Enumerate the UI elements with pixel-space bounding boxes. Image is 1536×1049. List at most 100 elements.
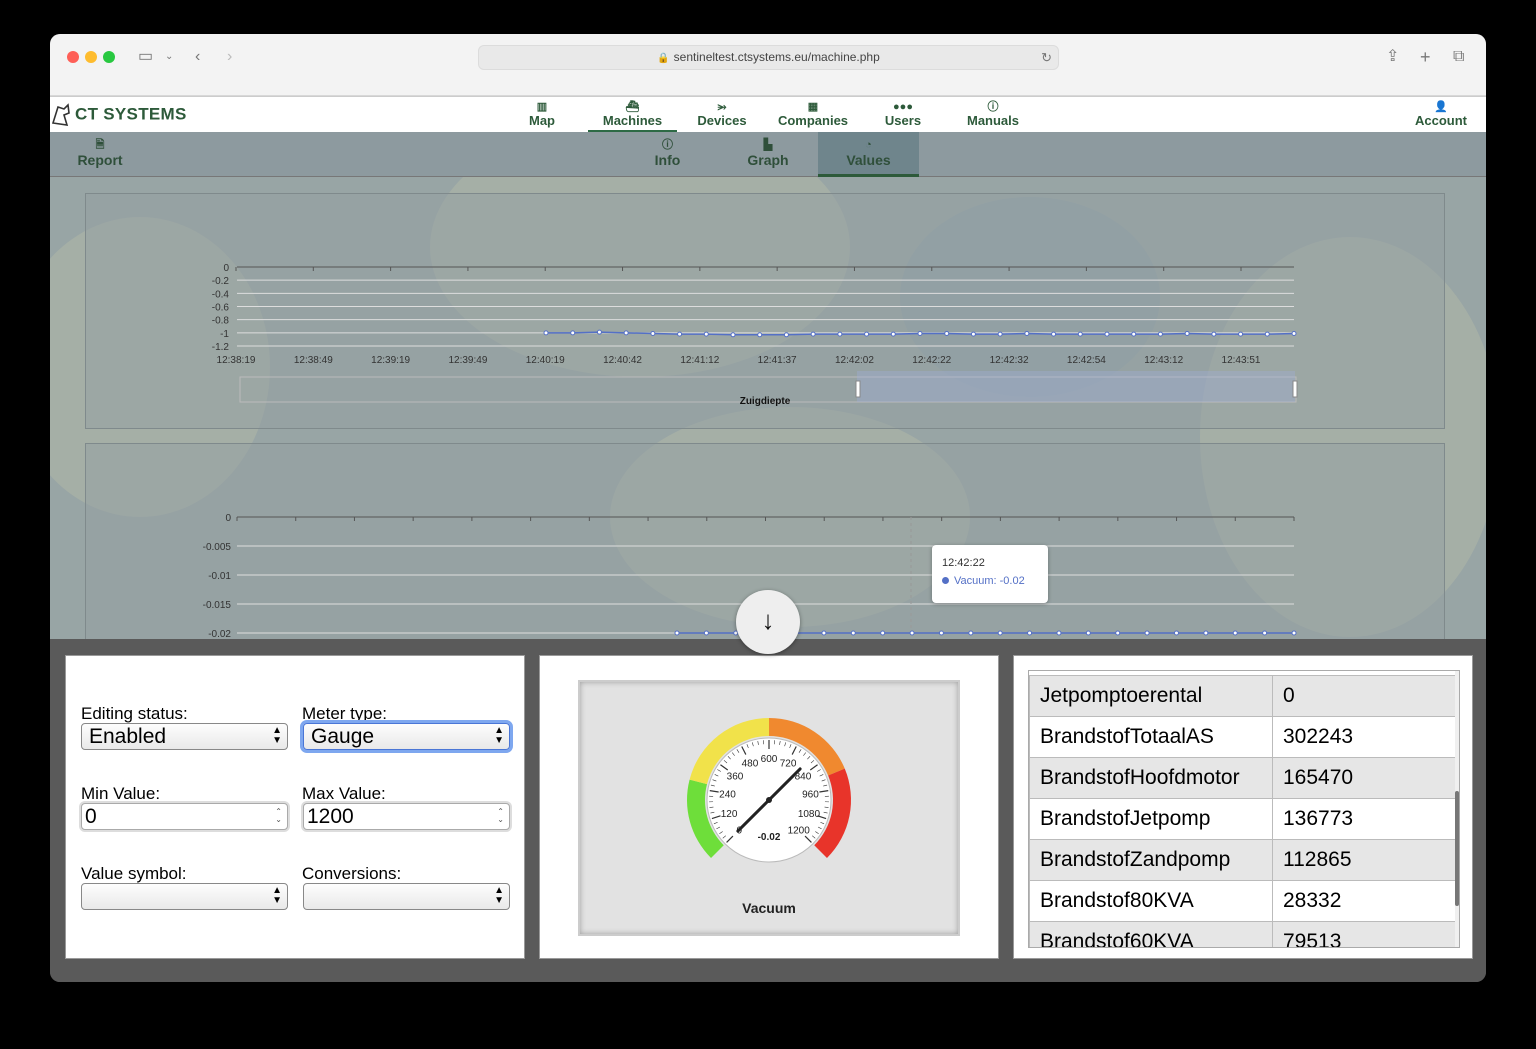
tab-info[interactable]: ⓘ Info: [650, 132, 685, 177]
value-cell: 79513: [1272, 921, 1457, 947]
tab-graph-label: Graph: [747, 152, 789, 168]
conversions-select[interactable]: ▲ ▼: [303, 883, 510, 910]
min-value-input[interactable]: 0 ⌃ ⌄: [81, 803, 288, 830]
scrollbar-thumb[interactable]: [1455, 791, 1459, 906]
value-cell: 28332: [1272, 880, 1457, 922]
select-arrows-icon: ▲ ▼: [272, 885, 282, 906]
forward-icon[interactable]: ›: [227, 47, 232, 67]
chevron-down-icon[interactable]: ⌄: [165, 47, 173, 67]
data-point: [1051, 331, 1057, 337]
gauge-tick-label: 720: [780, 759, 797, 770]
share-icon[interactable]: ⇪: [1386, 47, 1399, 67]
tabs-overview-icon[interactable]: ⧉: [1453, 47, 1464, 67]
data-point: [1238, 331, 1244, 337]
back-icon[interactable]: ‹: [195, 47, 200, 67]
app-navbar: CT SYSTEMS ▥ Map ⛴ Machines ⭃ Devices ▦ …: [50, 96, 1486, 133]
tab-values[interactable]: ◔ Values: [818, 132, 919, 177]
data-point: [1024, 330, 1030, 336]
machine-subnav: 🗎 Report ⓘ Info ▙ Graph ◔ Values: [50, 132, 1486, 177]
lock-icon: 🔒: [657, 53, 670, 64]
data-point: [783, 332, 789, 338]
building-icon: ▦: [807, 101, 819, 113]
datazoom-handle-left: [855, 380, 861, 398]
max-value-input[interactable]: 1200 ⌃ ⌄: [303, 803, 510, 830]
nav-users[interactable]: ●●● Users: [882, 101, 924, 133]
editing-status-select[interactable]: Enabled ▲ ▼: [81, 723, 288, 750]
nav-account[interactable]: 👤 Account: [1412, 101, 1470, 133]
data-point: [837, 331, 843, 337]
gauge-tick-label: 360: [727, 771, 744, 782]
data-point: [1291, 630, 1297, 636]
close-window-button[interactable]: [67, 51, 79, 63]
gauge-tick-label: 960: [802, 789, 819, 800]
x-tick-label: 12:38:19: [217, 355, 256, 366]
data-point: [1157, 331, 1163, 337]
y-tick-label: 0: [223, 263, 229, 274]
value-cell: 112865: [1272, 839, 1457, 881]
max-value-text: 1200: [307, 805, 354, 828]
value-key-cell: BrandstofHoofdmotor: [1029, 757, 1273, 799]
values-table-card: Jetpomptoerental 0 BrandstofTotaalAS 302243…: [1013, 655, 1473, 959]
data-point: [968, 630, 974, 636]
datazoom-handle-right: [1292, 380, 1298, 398]
data-point: [650, 330, 656, 336]
nav-map[interactable]: ▥ Map: [525, 101, 559, 133]
gauge-tick-label: 480: [742, 759, 759, 770]
stepper-icon[interactable]: ⌃ ⌄: [275, 808, 282, 824]
data-point: [596, 329, 602, 335]
table-scrollbar[interactable]: [1455, 671, 1459, 947]
nav-companies[interactable]: ▦ Companies: [776, 101, 850, 133]
data-point: [970, 331, 976, 337]
value-symbol-select[interactable]: ▲ ▼: [81, 883, 288, 910]
reload-icon[interactable]: ↻: [1041, 46, 1052, 69]
sidebar-toggle-icon[interactable]: ▭: [138, 47, 153, 67]
value-symbol-label: Value symbol:: [81, 864, 187, 883]
info-icon: ⓘ: [662, 139, 673, 151]
x-tick-label: 12:42:54: [1067, 355, 1106, 366]
tab-graph[interactable]: ▙ Graph: [745, 132, 791, 177]
users-icon: ●●●: [893, 101, 913, 113]
gauge-tick-label: 240: [719, 789, 736, 800]
address-bar[interactable]: 🔒 sentineltest.ctsystems.eu/machine.php ↻: [478, 45, 1059, 70]
zoom-window-button[interactable]: [103, 51, 115, 63]
stepper-icon[interactable]: ⌃ ⌄: [497, 808, 504, 824]
min-value-label: Min Value:: [81, 784, 161, 803]
gauge-tick-label: 1080: [798, 809, 821, 820]
table-row: BrandstofJetpomp 136773: [1029, 798, 1457, 840]
x-tick-label: 12:39:49: [448, 355, 487, 366]
meter-type-label: Meter type:: [302, 704, 388, 723]
y-tick-label: -0.8: [212, 316, 230, 327]
brand-logo[interactable]: CT SYSTEMS: [50, 103, 187, 127]
nav-manuals[interactable]: ⓘ Manuals: [964, 101, 1022, 133]
chart-tooltip: 12:42:22 Vacuum: -0.02: [932, 545, 1048, 603]
data-point: [570, 330, 576, 336]
editing-status-value: Enabled: [89, 725, 167, 748]
data-point: [1104, 331, 1110, 337]
nav-map-label: Map: [529, 113, 555, 128]
x-tick-label: 12:40:42: [603, 355, 642, 366]
browser-toolbar: ▭ ⌄ ‹ › 🔒 sentineltest.ctsystems.eu/machi…: [50, 34, 1486, 96]
brand-mark-icon: [51, 103, 70, 126]
nav-machines[interactable]: ⛴ Machines: [588, 101, 677, 133]
data-point: [1144, 630, 1150, 636]
report-label: Report: [77, 152, 123, 168]
table-row: BrandstofTotaalAS 302243: [1029, 716, 1457, 758]
zuigdiepte-chart[interactable]: 0 -0.2 -0.4 -0.6 -0.8 -1 -1.2 12:38:19 12:38:49 1…: [86, 194, 1446, 430]
value-key-cell: Jetpomptoerental: [1029, 675, 1273, 717]
new-tab-icon[interactable]: +: [1420, 47, 1431, 67]
data-point: [890, 331, 896, 337]
x-tick-label: 12:42:32: [990, 355, 1029, 366]
data-point: [677, 331, 683, 337]
scroll-down-button[interactable]: ↓: [736, 590, 800, 654]
brand-name: CT SYSTEMS: [75, 104, 187, 124]
report-button[interactable]: 🗎 Report: [76, 132, 124, 177]
nav-devices-label: Devices: [697, 113, 747, 128]
values-table-scroll[interactable]: Jetpomptoerental 0 BrandstofTotaalAS 302243…: [1028, 670, 1460, 948]
data-point: [1203, 630, 1209, 636]
minimize-window-button[interactable]: [85, 51, 97, 63]
gauge-card: 012024036048060072084096010801200-0.02 V…: [539, 655, 999, 959]
nav-devices[interactable]: ⭃ Devices: [695, 101, 749, 133]
data-point: [543, 330, 549, 336]
x-tick-label: 12:43:51: [1222, 355, 1261, 366]
meter-type-select[interactable]: Gauge ▲ ▼: [303, 723, 510, 750]
